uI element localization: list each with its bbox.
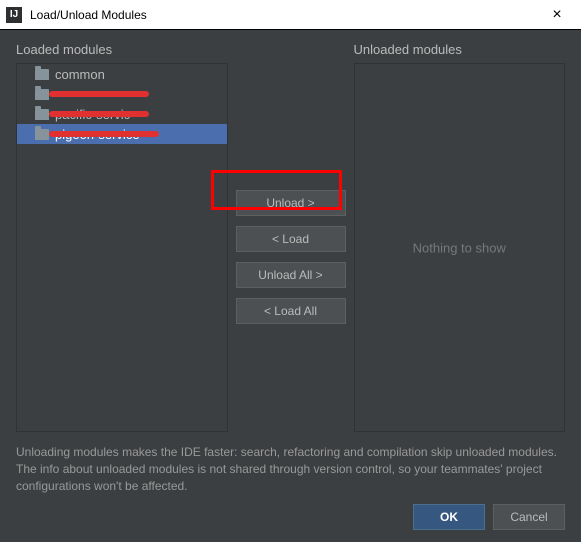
window-title: Load/Unload Modules	[30, 8, 537, 22]
loaded-listbox[interactable]: common pacific-servic pigeon-service	[16, 63, 228, 432]
folder-icon	[35, 109, 49, 120]
ok-button[interactable]: OK	[413, 504, 485, 530]
module-item[interactable]: pacific-servic	[17, 104, 227, 124]
folder-icon	[35, 89, 49, 100]
redaction-mark	[49, 131, 159, 137]
module-item[interactable]: common	[17, 64, 227, 84]
unloaded-listbox[interactable]: Nothing to show	[354, 63, 566, 432]
unloaded-panel: Unloaded modules Nothing to show	[354, 42, 566, 432]
folder-icon	[35, 69, 49, 80]
module-item[interactable]	[17, 84, 227, 104]
close-icon[interactable]: ×	[537, 0, 577, 30]
titlebar: IJ Load/Unload Modules ×	[0, 0, 581, 30]
redaction-mark	[49, 91, 149, 97]
app-icon: IJ	[6, 7, 22, 23]
content-area: Loaded modules common pacific-servic pig…	[0, 30, 581, 440]
load-button[interactable]: < Load	[236, 226, 346, 252]
module-item[interactable]: pigeon-service	[17, 124, 227, 144]
center-buttons: Unload > < Load Unload All > < Load All	[236, 42, 346, 432]
loaded-panel: Loaded modules common pacific-servic pig…	[16, 42, 228, 432]
loaded-label: Loaded modules	[16, 42, 228, 57]
unloaded-label: Unloaded modules	[354, 42, 566, 57]
cancel-button[interactable]: Cancel	[493, 504, 565, 530]
unload-button[interactable]: Unload >	[236, 190, 346, 216]
folder-icon	[35, 129, 49, 140]
redaction-mark	[49, 111, 149, 117]
empty-text: Nothing to show	[413, 240, 506, 255]
module-label: common	[55, 67, 105, 82]
load-all-button[interactable]: < Load All	[236, 298, 346, 324]
footer: OK Cancel	[0, 504, 581, 542]
unload-all-button[interactable]: Unload All >	[236, 262, 346, 288]
hint-text: Unloading modules makes the IDE faster: …	[0, 440, 581, 504]
